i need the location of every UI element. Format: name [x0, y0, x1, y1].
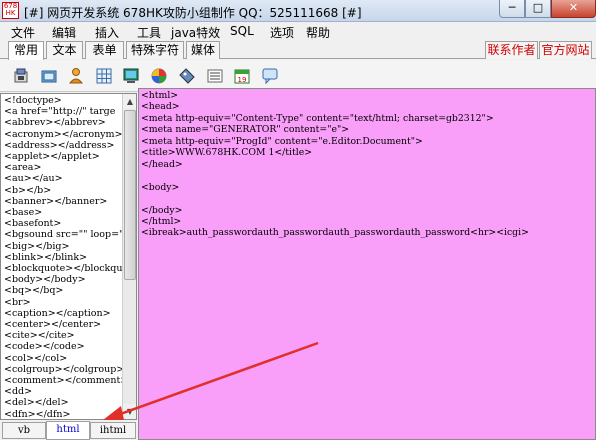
close-button[interactable]: ✕ [551, 0, 596, 18]
tab-special-chars[interactable]: 特殊字符 [126, 41, 184, 59]
tag-list-item[interactable]: <comment></comment> [4, 375, 122, 386]
code-line: </head> [141, 158, 183, 170]
menu-help[interactable]: 帮助 [306, 24, 330, 41]
menu-edit[interactable]: 编辑 [52, 24, 76, 41]
tag-list-item[interactable]: <area> [4, 162, 122, 173]
date-icon[interactable]: 19 [233, 67, 251, 85]
menu-insert[interactable]: 插入 [95, 24, 119, 41]
code-line: <meta http-equiv="Content-Type" content=… [141, 112, 494, 124]
code-line: </body> [141, 204, 183, 216]
tag-list-item[interactable]: <a href="http://" targe [4, 106, 122, 117]
anchor-icon[interactable] [67, 67, 85, 85]
scroll-down-icon[interactable]: ▼ [123, 404, 136, 419]
tab-form[interactable]: 表单 [85, 41, 124, 59]
tag-list-item[interactable]: <code></code> [4, 341, 122, 352]
tag-list-item[interactable]: <col></col> [4, 353, 122, 364]
chat-icon[interactable] [261, 67, 279, 85]
tab-html[interactable]: html [46, 421, 90, 440]
tag-list-item[interactable]: <banner></banner> [4, 196, 122, 207]
tag-list-item[interactable]: <del></del> [4, 397, 122, 408]
tag-list-item[interactable]: <acronym></acronym> [4, 129, 122, 140]
scroll-up-icon[interactable]: ▲ [123, 94, 136, 109]
email-icon[interactable] [40, 67, 58, 85]
tab-text[interactable]: 文本 [46, 41, 83, 59]
window-title: [#] 网页开发系统 678HK攻防小组制作 QQ：525111668 [#] [24, 6, 362, 20]
tag-list-item[interactable]: <blink></blink> [4, 252, 122, 263]
official-site-link[interactable]: 官方网站 [539, 41, 592, 59]
tag-list-item[interactable]: <caption></caption> [4, 308, 122, 319]
tag-list-item[interactable]: <bgsound src="" loop="0 [4, 229, 122, 240]
menu-sql[interactable]: SQL [230, 24, 254, 38]
image-icon[interactable] [122, 67, 140, 85]
tag-list-item[interactable]: <au></au> [4, 173, 122, 184]
table-icon[interactable] [95, 67, 113, 85]
code-line: <meta name="GENERATOR" content="e"> [141, 124, 350, 136]
tag-list-item[interactable]: <dd> [4, 386, 122, 397]
tag-icon[interactable] [178, 67, 196, 85]
tag-list-item[interactable]: <big></big> [4, 241, 122, 252]
tag-list-item[interactable]: <bq></bq> [4, 285, 122, 296]
tag-list-item[interactable]: <cite></cite> [4, 330, 122, 341]
code-line: <body> [141, 181, 180, 193]
code-line: <ibreak>auth_passwordauth_passwordauth_p… [141, 227, 529, 239]
code-content[interactable]: <html> <head> <meta http-equiv="Content-Ty… [141, 90, 595, 239]
tab-media[interactable]: 媒体 [186, 41, 220, 59]
tag-list[interactable]: <!doctype> <a href="http://" targe <abbrev… [4, 95, 122, 419]
code-line: <title>WWW.678HK.COM 1</title> [141, 147, 313, 159]
tag-list-item[interactable]: <abbrev></abbrev> [4, 117, 122, 128]
tag-list-item[interactable]: <br> [4, 297, 122, 308]
comment-icon[interactable] [206, 67, 224, 85]
tab-vb[interactable]: vb [2, 422, 46, 439]
tag-list-item[interactable]: <applet></applet> [4, 151, 122, 162]
svg-text:19: 19 [238, 76, 247, 84]
menu-java-effects[interactable]: java特效 [171, 24, 220, 41]
minimize-button[interactable]: ─ [499, 0, 525, 18]
language-tabs: vb html ihtml [0, 420, 137, 440]
tag-list-item[interactable]: <dfn></dfn> [4, 409, 122, 419]
tab-ihtml[interactable]: ihtml [90, 422, 136, 439]
maximize-button[interactable]: □ [525, 0, 551, 18]
tab-common[interactable]: 常用 [8, 41, 44, 60]
tag-list-item[interactable]: <blockquote></blockquot [4, 263, 122, 274]
code-editor[interactable]: <html> <head> <meta http-equiv="Content-Ty… [138, 88, 596, 440]
app-logo-icon[interactable]: 678 HK [2, 2, 19, 19]
code-line: </html> [141, 215, 182, 227]
contact-author-link[interactable]: 联系作者 [485, 41, 538, 59]
tag-list-item[interactable]: <body></body> [4, 274, 122, 285]
code-line: <html> [141, 90, 179, 101]
tag-list-panel: <!doctype> <a href="http://" targe <abbrev… [0, 93, 137, 420]
title-bar: 678 HK [#] 网页开发系统 678HK攻防小组制作 QQ：52511166… [0, 0, 596, 22]
tag-list-item[interactable]: <!doctype> [4, 95, 122, 106]
media-icon[interactable] [150, 67, 168, 85]
tag-list-item[interactable]: <colgroup></colgroup> [4, 364, 122, 375]
tag-list-scrollbar[interactable]: ▲ ▼ [122, 94, 136, 419]
hyperlink-icon[interactable] [12, 67, 30, 85]
code-line: <meta http-equiv="ProgId" content="e.Edi… [141, 135, 423, 147]
code-line: <head> [141, 101, 180, 113]
tag-list-item[interactable]: <basefont> [4, 218, 122, 229]
category-tabs: 常用 文本 表单 特殊字符 媒体 联系作者 官方网站 [0, 41, 596, 60]
tag-list-item[interactable]: <center></center> [4, 319, 122, 330]
tag-list-item[interactable]: <address></address> [4, 140, 122, 151]
tag-list-item[interactable]: <base> [4, 207, 122, 218]
scroll-thumb[interactable] [124, 110, 136, 280]
menu-file[interactable]: 文件 [11, 24, 35, 41]
menu-bar: 文件 编辑 插入 工具 java特效 SQL 选项 帮助 [0, 22, 596, 41]
menu-options[interactable]: 选项 [270, 24, 294, 41]
menu-tools[interactable]: 工具 [137, 24, 161, 41]
tag-list-item[interactable]: <b></b> [4, 185, 122, 196]
